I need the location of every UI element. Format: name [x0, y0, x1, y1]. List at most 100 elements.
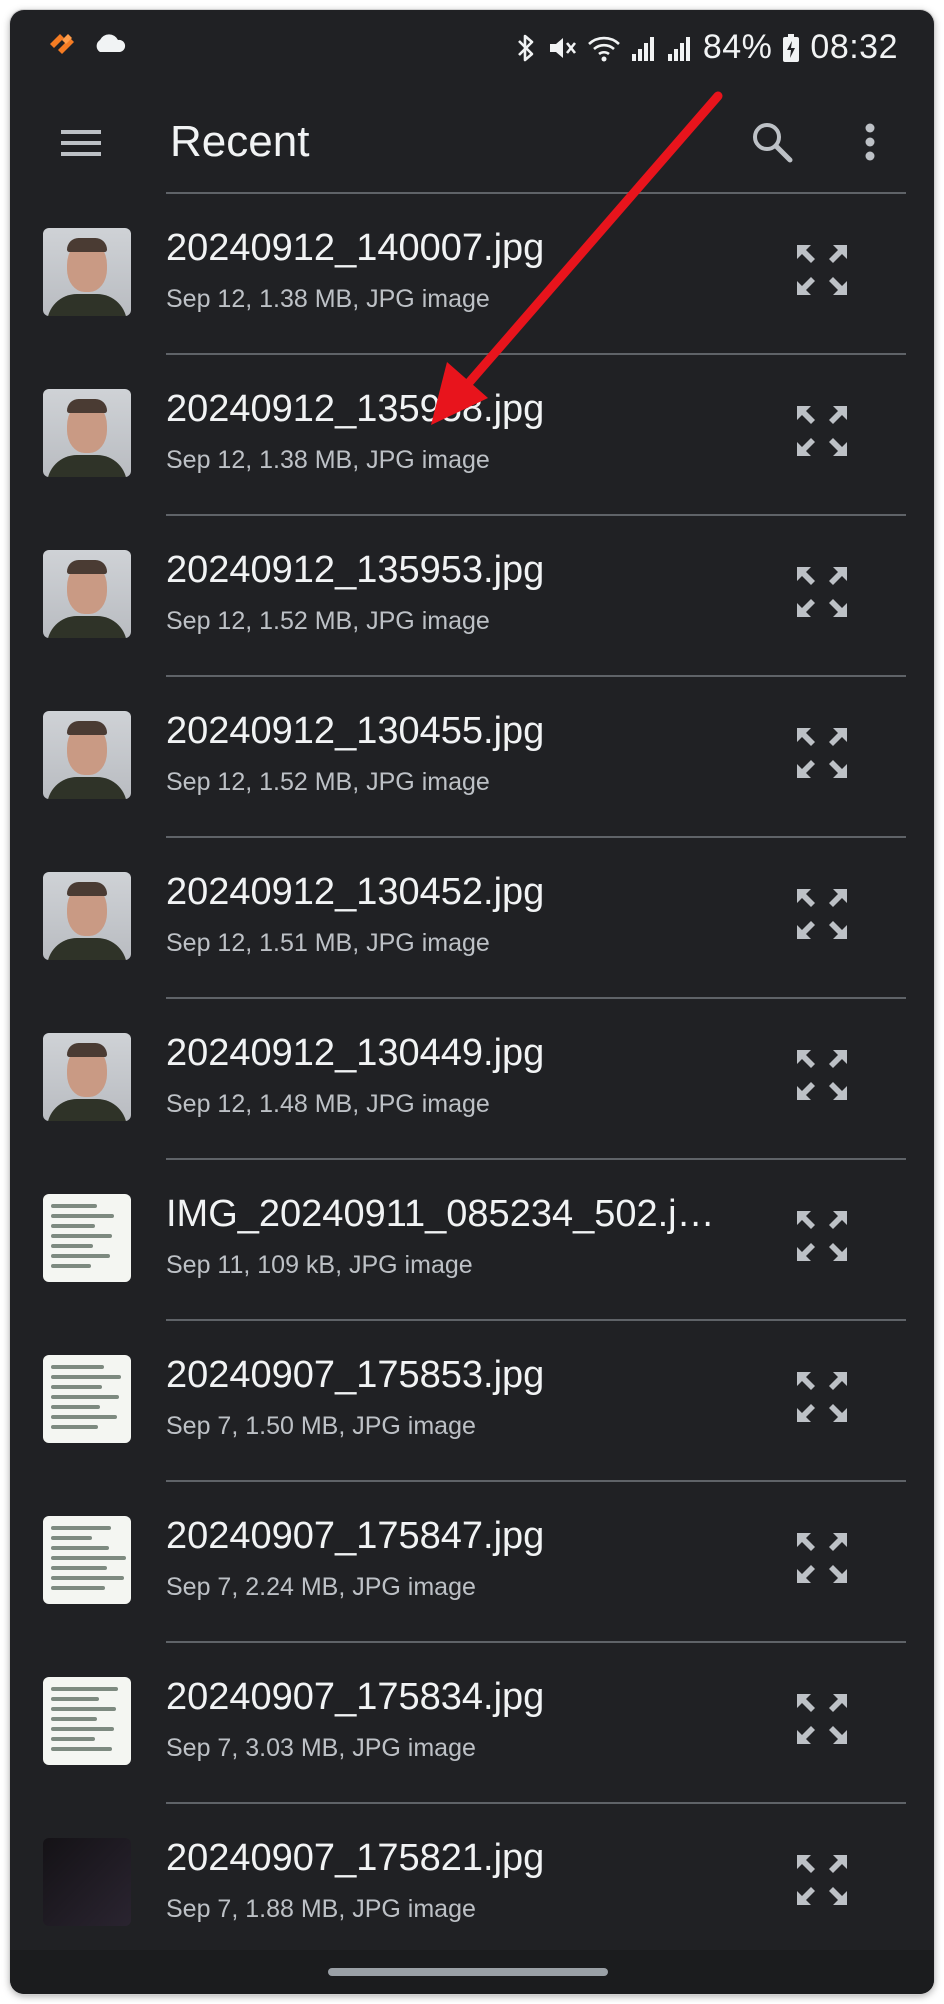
thumb-shoulders [47, 455, 127, 477]
thumb-hair [67, 1043, 107, 1057]
file-row[interactable]: 20240907_175853.jpg Sep 7, 1.50 MB, JPG … [10, 1319, 934, 1480]
thumb-doc-line [51, 1576, 124, 1580]
file-row[interactable]: 20240907_175847.jpg Sep 7, 2.24 MB, JPG … [10, 1480, 934, 1641]
file-thumbnail [43, 389, 131, 477]
file-meta: Sep 12, 1.48 MB, JPG image [166, 1090, 490, 1118]
signal-icon [631, 34, 657, 62]
thumb-doc-line [51, 1536, 92, 1540]
file-name: 20240912_135958.jpg [166, 388, 545, 430]
file-meta: Sep 7, 3.03 MB, JPG image [166, 1734, 476, 1762]
expand-preview-button[interactable] [782, 1198, 862, 1278]
expand-preview-button[interactable] [782, 876, 862, 956]
file-name: 20240912_130452.jpg [166, 871, 545, 913]
row-divider [166, 675, 906, 677]
thumb-doc-line [51, 1697, 99, 1701]
expand-icon [795, 243, 849, 302]
file-thumbnail [43, 1838, 131, 1926]
file-name: 20240907_175847.jpg [166, 1515, 545, 1557]
row-divider [166, 997, 906, 999]
wifi-icon [587, 33, 621, 63]
hamburger-menu-icon [59, 127, 103, 164]
file-meta: Sep 12, 1.38 MB, JPG image [166, 285, 490, 313]
thumb-doc-line [51, 1385, 102, 1389]
thumb-doc-line [51, 1204, 97, 1208]
expand-preview-button[interactable] [782, 1359, 862, 1439]
file-name: 20240907_175853.jpg [166, 1354, 545, 1396]
page-title: Recent [170, 117, 310, 166]
cloud-icon [92, 32, 126, 54]
file-row[interactable]: 20240912_140007.jpg Sep 12, 1.38 MB, JPG… [10, 192, 934, 353]
file-thumbnail [43, 1194, 131, 1282]
expand-icon [795, 1370, 849, 1429]
thumb-doc-line [51, 1687, 118, 1691]
gesture-handle[interactable] [328, 1968, 608, 1976]
file-name: 20240912_135953.jpg [166, 549, 545, 591]
thumb-doc-line [51, 1425, 98, 1429]
file-name: 20240912_130449.jpg [166, 1032, 545, 1074]
phone-screen: 84% 08:32 Recent 20240912_140007.jpg Sep… [10, 10, 934, 1994]
search-button[interactable] [732, 104, 812, 184]
file-name: IMG_20240911_085234_502.j… [166, 1193, 715, 1235]
row-divider [166, 192, 906, 194]
thumb-doc-line [51, 1365, 104, 1369]
file-row[interactable]: 20240912_135953.jpg Sep 12, 1.52 MB, JPG… [10, 514, 934, 675]
file-row[interactable]: 20240912_130449.jpg Sep 12, 1.48 MB, JPG… [10, 997, 934, 1158]
expand-icon [795, 404, 849, 463]
thumb-doc-line [51, 1526, 111, 1530]
file-row[interactable]: 20240907_175821.jpg Sep 7, 1.88 MB, JPG … [10, 1802, 934, 1963]
thumb-doc-line [51, 1415, 117, 1419]
thumb-shoulders [47, 616, 127, 638]
more-vert-icon [864, 122, 876, 167]
expand-preview-button[interactable] [782, 232, 862, 312]
clock: 08:32 [810, 28, 898, 66]
expand-preview-button[interactable] [782, 1037, 862, 1117]
expand-icon [795, 565, 849, 624]
row-divider [166, 1641, 906, 1643]
thumb-shoulders [47, 777, 127, 799]
file-name: 20240912_140007.jpg [166, 227, 545, 269]
expand-preview-button[interactable] [782, 1520, 862, 1600]
bluetooth-icon [515, 33, 537, 63]
row-divider [166, 353, 906, 355]
more-options-button[interactable] [830, 104, 910, 184]
search-icon [750, 120, 794, 169]
thumb-hair [67, 399, 107, 413]
row-divider [166, 1158, 906, 1160]
file-thumbnail [43, 711, 131, 799]
row-divider [166, 1802, 906, 1804]
battery-charging-icon [782, 33, 800, 63]
file-row[interactable]: IMG_20240911_085234_502.j… Sep 11, 109 k… [10, 1158, 934, 1319]
file-row[interactable]: 20240907_175834.jpg Sep 7, 3.03 MB, JPG … [10, 1641, 934, 1802]
thumb-hair [67, 882, 107, 896]
menu-button[interactable] [46, 110, 116, 180]
expand-icon [795, 1853, 849, 1912]
file-row[interactable]: 20240912_135958.jpg Sep 12, 1.38 MB, JPG… [10, 353, 934, 514]
file-name: 20240912_130455.jpg [166, 710, 545, 752]
thumb-shoulders [47, 938, 127, 960]
status-bar-right: 84% 08:32 [515, 28, 898, 67]
app-notification-icon [48, 30, 78, 56]
file-row[interactable]: 20240912_130455.jpg Sep 12, 1.52 MB, JPG… [10, 675, 934, 836]
expand-icon [795, 1692, 849, 1751]
thumb-doc-line [51, 1254, 110, 1258]
expand-icon [795, 1048, 849, 1107]
expand-preview-button[interactable] [782, 393, 862, 473]
thumb-doc-line [51, 1707, 116, 1711]
file-thumbnail [43, 1516, 131, 1604]
mute-icon [547, 33, 577, 63]
expand-preview-button[interactable] [782, 1842, 862, 1922]
thumb-doc-line [51, 1717, 97, 1721]
app-bar: Recent [10, 90, 934, 200]
thumb-doc-line [51, 1546, 109, 1550]
expand-preview-button[interactable] [782, 554, 862, 634]
expand-preview-button[interactable] [782, 715, 862, 795]
file-meta: Sep 7, 1.50 MB, JPG image [166, 1412, 476, 1440]
file-thumbnail [43, 1033, 131, 1121]
expand-icon [795, 1209, 849, 1268]
file-thumbnail [43, 228, 131, 316]
row-divider [166, 514, 906, 516]
expand-preview-button[interactable] [782, 1681, 862, 1761]
file-thumbnail [43, 1677, 131, 1765]
thumb-doc-line [51, 1244, 93, 1248]
file-row[interactable]: 20240912_130452.jpg Sep 12, 1.51 MB, JPG… [10, 836, 934, 997]
